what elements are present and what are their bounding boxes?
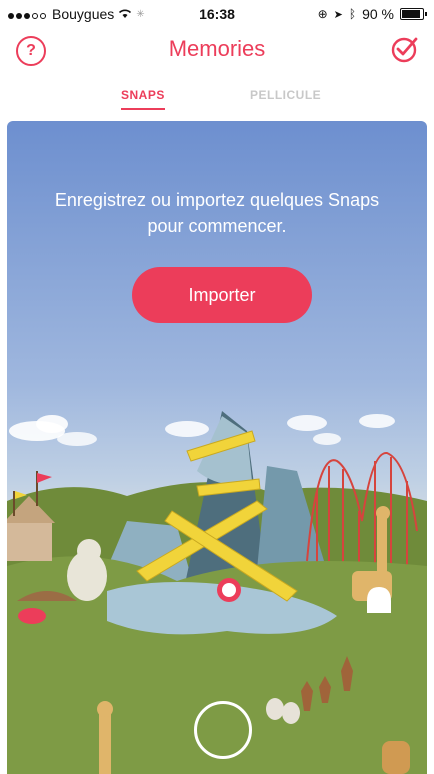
- select-button[interactable]: [390, 34, 420, 64]
- empty-state-message: Enregistrez ou importez quelques Snaps p…: [54, 190, 380, 236]
- location-icon: ➤: [333, 8, 343, 21]
- tab-pellicule[interactable]: PELLICULE: [250, 88, 321, 102]
- empty-state-card: Enregistrez ou importez quelques Snaps p…: [7, 121, 427, 774]
- bear-bottom-right: [382, 741, 410, 774]
- ghost-icon: [367, 587, 391, 613]
- status-bar: Bouygues ✳ 16:38 ⊕ ➤ ᛒ 90 %: [0, 0, 434, 28]
- header: ? Memories: [0, 30, 434, 74]
- battery-percent: 90 %: [362, 6, 394, 22]
- red-basket: [18, 608, 46, 624]
- village-houses: [7, 471, 55, 561]
- rotation-lock-icon: ⊕: [317, 7, 328, 21]
- battery-fill: [402, 10, 420, 18]
- clouds: [9, 414, 395, 446]
- page-title: Memories: [168, 36, 266, 61]
- memories-tabs: SNAPS PELLICULE: [0, 88, 434, 118]
- battery-icon: [400, 8, 427, 20]
- tab-snaps[interactable]: SNAPS: [121, 88, 165, 110]
- import-button[interactable]: Importer: [132, 267, 312, 323]
- check-circle-icon: [391, 37, 418, 63]
- ghost-float-icon: [217, 578, 241, 602]
- status-right: ⊕ ➤ ᛒ 90 %: [317, 6, 427, 22]
- giraffe-bottom: [97, 701, 113, 774]
- bluetooth-icon: ᛒ: [348, 7, 357, 21]
- capture-button[interactable]: [194, 701, 252, 759]
